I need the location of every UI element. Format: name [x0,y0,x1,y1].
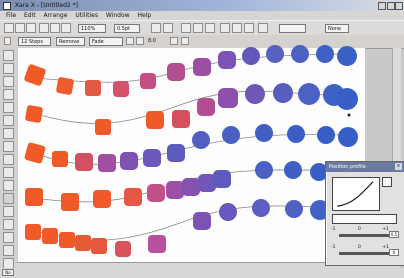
menu-file[interactable]: File [6,12,16,19]
contour-tool-icon[interactable] [3,232,14,243]
blend-tool-icon[interactable] [3,193,14,204]
bold-button[interactable] [220,23,230,33]
profile-scale-row-1: -1 0 +1 0.5 [331,226,399,238]
align-button[interactable] [244,23,254,33]
zoom-tool-icon[interactable] [3,245,14,256]
arrow-select[interactable] [279,24,306,33]
scale-mid-2: 0 [357,245,361,250]
blend-row-3 [24,124,358,172]
bezier-tool-icon[interactable] [3,89,14,100]
copy-button[interactable] [50,23,60,33]
fade-toggle-button[interactable] [126,37,134,45]
menu-arrange[interactable]: Arrange [44,12,68,19]
menu-edit[interactable]: Edit [24,12,36,19]
undo-button[interactable] [151,23,161,33]
snap-button[interactable] [205,23,215,33]
quickshape-tool-icon[interactable] [3,128,14,139]
profile-ruler [332,214,397,224]
profile-value-1[interactable]: 0.5 [389,231,399,238]
redo-button[interactable] [163,23,173,33]
close-icon[interactable]: x [395,163,402,170]
window-title: Xara X - [Untitled2 *] [14,2,78,9]
scale-left-1: -1 [331,227,336,232]
number-field[interactable]: 8.0 [146,37,164,46]
fill-tool-icon[interactable] [3,154,14,165]
palette-swatches [18,269,400,277]
rectangle-tool-icon[interactable] [3,102,14,113]
grid-button[interactable] [181,23,191,33]
blend-row-4 [25,161,328,211]
profile-slider-2[interactable] [339,252,389,255]
scale-right-2: +1 [382,245,389,250]
close-icon[interactable] [395,2,403,10]
blend-tool-button[interactable] [4,37,11,45]
save-button[interactable] [26,23,36,33]
transparency-tool-icon[interactable] [3,167,14,178]
profile-slider-1[interactable] [339,234,389,237]
app-icon [3,2,11,10]
mould-tool-icon[interactable] [3,206,14,217]
freehand-tool-icon[interactable] [3,76,14,87]
paste-button[interactable] [61,23,71,33]
position-profile-panel: Position profile x -1 0 +1 0.5 -1 0 +1 0 [325,161,404,266]
fade-select[interactable]: Fade [89,37,123,46]
rotate-button[interactable] [170,37,178,45]
profile-scale-row-2: -1 0 +1 0 [331,244,399,256]
steps-select[interactable]: 12 Steps [18,37,51,46]
profile-value-2[interactable]: 0 [389,249,399,256]
blend-row-2 [25,83,358,135]
open-button[interactable] [15,23,25,33]
maximize-icon[interactable] [387,2,395,10]
menu-utilities[interactable]: Utilities [75,12,98,19]
scale-left-2: -1 [331,245,336,250]
blend-art [24,45,358,257]
menu-bar: File Edit Arrange Utilities Window Help [0,11,404,20]
title-bar: Xara X - [Untitled2 *] [0,0,404,11]
shadow-tool-icon[interactable] [3,180,14,191]
shape-editor-tool-icon[interactable] [3,63,14,74]
line-width-select[interactable]: 0.5pt [114,24,140,33]
profile-title-bar: Position profile x [326,162,404,172]
bevel-tool-icon[interactable] [3,219,14,230]
blend-mode-select[interactable]: Remove [56,37,85,46]
color-button[interactable] [258,23,268,33]
menu-window[interactable]: Window [106,12,130,19]
tool-palette [0,48,18,271]
new-button[interactable] [4,23,14,33]
italic-button[interactable] [232,23,242,33]
selection-handle [347,113,351,117]
arrowhead-select[interactable]: None [325,24,349,33]
fade-option-button[interactable] [136,37,144,45]
cut-button[interactable] [39,23,49,33]
main-toolbar: 110% 0.5pt None [0,20,404,36]
palette-none[interactable]: No [2,269,14,276]
zoom-select[interactable]: 110% [78,24,106,33]
menu-help[interactable]: Help [137,12,151,19]
text-tool-icon[interactable] [3,141,14,152]
profile-title: Position profile [329,164,366,170]
minimize-icon[interactable] [378,2,386,10]
lock-button[interactable] [181,37,189,45]
profile-graph[interactable] [332,177,380,211]
view-button[interactable] [193,23,203,33]
selector-tool-icon[interactable] [3,50,14,61]
profile-icon[interactable] [382,177,392,187]
scale-right-1: +1 [382,227,389,232]
scale-mid-1: 0 [357,227,361,232]
ellipse-tool-icon[interactable] [3,115,14,126]
